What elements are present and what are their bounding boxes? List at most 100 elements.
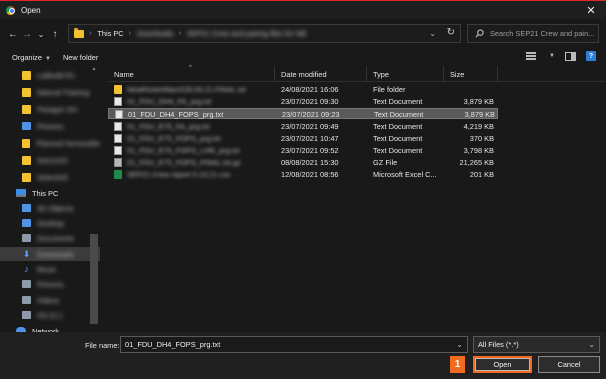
file-type: GZ File [373,158,398,168]
new-folder-button[interactable]: New folder [63,53,98,62]
file-size: 3,798 KB [463,146,494,155]
view-controls: ▼ ? [526,51,596,61]
file-date: 23/07/2021 09:52 [281,146,339,155]
file-type-select[interactable]: All Files (*.*) ⌄ [473,336,600,353]
sidebar-item-label: OS (C:) [37,310,63,320]
file-name: 01_FDU_DH4_FA_prg.txt [127,97,212,107]
recent-locations-button[interactable]: ⌄ [34,25,48,43]
chevron-down-icon[interactable]: ⌄ [429,29,436,38]
file-name: 01_FDU_E75_FOPS_LHR_prg.txt [127,146,240,155]
sidebar-item[interactable]: Natural Training [0,85,100,99]
search-placeholder: Search SEP21 Crew and pain... [490,29,595,38]
file-date: 23/07/2021 09:49 [281,121,339,131]
sidebar-item[interactable]: ⬇ Downloads [0,247,100,261]
file-row[interactable]: 01_FDU_E75_FOPS_LHR_prg.txt 23/07/2021 09… [108,145,498,156]
folder-icon [22,155,31,165]
sidebar-item-label: Pictures [37,279,64,289]
file-type: Text Document [373,121,423,131]
sidebar-item[interactable]: Planned Serviceble [0,136,100,150]
folder-icon [22,234,31,242]
sidebar-scrollbar-thumb[interactable] [90,234,98,324]
search-icon [475,29,484,38]
computer-icon [16,189,26,197]
cancel-button[interactable]: Cancel [538,356,600,373]
file-row[interactable]: 01_FDU_E75_FA_prg.txt 23/07/2021 09:49 Tex… [108,121,498,132]
folder-icon [74,27,84,38]
column-header-name[interactable]: Name ^ [108,65,275,82]
sidebar-item[interactable]: ♪ Music [0,262,100,276]
navigation-pane: LatBuild R1 Natural Training Paragon SH Pic… [0,66,108,332]
file-name: NewRosterMarch28.05.21.FINAL.txt [127,85,246,94]
chevron-down-icon: ▼ [45,55,51,62]
scroll-up-arrow[interactable]: ▲ [90,66,98,74]
file-type-value: All Files (*.*) [478,340,519,349]
sidebar-item[interactable]: LatBuild R1 [0,68,100,82]
sort-ascending-icon: ^ [189,65,192,71]
refresh-button[interactable]: ↻ [447,27,455,38]
file-row[interactable]: NewRosterMarch28.05.21.FINAL.txt 24/08/20… [108,84,498,95]
sidebar-item-label: LatBuild R1 [37,70,76,80]
file-name-cell: 01_FDU_DH4_FA_prg.txt [114,96,272,107]
filename-input[interactable]: 01_FDU_DH4_FOPS_prg.txt ⌄ [120,336,468,353]
file-row[interactable]: 01_FDU_E75_FOPS_prg.txt 23/07/2021 10:47 T… [108,133,498,144]
archive-file-icon [114,158,122,168]
back-button[interactable]: ← [6,25,20,43]
column-header-date[interactable]: Date modified [275,66,367,82]
sidebar-item[interactable]: SelectOS [0,170,100,184]
file-name-cell: 01_FDU_E75_FA_prg.txt [114,121,272,132]
file-type: Text Document [373,133,423,143]
address-bar[interactable]: › This PC › Downloads › SEP21 Crew and p… [68,24,461,43]
file-size: 201 KB [469,170,494,180]
sidebar-item[interactable]: Paragon SH [0,102,100,116]
sidebar-item[interactable]: 3D Objects [0,201,100,215]
sidebar-item-label: Pictures [37,121,64,131]
help-icon[interactable]: ? [586,51,596,61]
breadcrumb-this-pc[interactable]: This PC [97,29,123,38]
sidebar-item[interactable]: Videos [0,293,100,307]
preview-pane-icon[interactable] [565,51,576,61]
sidebar-item[interactable]: Network [0,324,100,332]
file-row[interactable]: 01_FDU_DH4_FOPS_prg.txt 23/07/2021 09:23 T… [108,108,498,120]
window-title: Open [21,5,41,15]
file-date: 23/07/2021 09:23 [282,110,340,120]
forward-button[interactable]: → [20,25,34,43]
file-type: Text Document [373,97,423,107]
up-button[interactable]: ↑ [48,25,62,43]
folder-icon [22,296,31,304]
breadcrumb-downloads[interactable]: Downloads [137,29,174,38]
music-icon: ♪ [24,263,29,274]
sidebar-item[interactable]: Sets1102 [0,153,100,167]
file-list: Name ^ Date modified Type Size NewRoster… [108,65,606,332]
sidebar-item[interactable]: Pictures [0,277,100,291]
column-header-type[interactable]: Type [367,66,444,82]
file-size: 3,879 KB [463,97,494,107]
view-options-icon[interactable] [526,52,537,60]
sidebar-item[interactable]: Documents [0,231,100,245]
file-row[interactable]: SEP21 Crew report 0.13.21.csv 12/08/2021 … [108,169,498,180]
sidebar-item[interactable]: OS (C:) [0,308,100,322]
breadcrumb-current-folder[interactable]: SEP21 Crew and pairing files for NB [187,29,306,38]
sidebar-item-label: Sets1102 [37,155,68,165]
folder-icon [22,219,31,227]
chevron-down-icon[interactable]: ▼ [549,53,555,59]
open-button[interactable]: Open [473,356,532,373]
organize-button[interactable]: Organize ▼ [12,53,51,62]
sidebar-item[interactable]: Pictures [0,119,100,133]
search-box[interactable]: Search SEP21 Crew and pain... [467,24,599,43]
file-date: 23/07/2021 09:30 [281,97,339,107]
navigation-bar: ← → ⌄ ↑ › This PC › Downloads › SEP21 Cr… [0,20,606,48]
file-row[interactable]: 01_FDU_E75_FOPS_FINAL.txt.gz 08/08/2021 1… [108,157,498,168]
chevron-down-icon: ⌄ [588,340,595,349]
close-button[interactable]: ✕ [576,1,606,19]
column-header-size[interactable]: Size [444,66,498,82]
chevron-down-icon[interactable]: ⌄ [456,340,463,349]
sidebar-item-label: Videos [37,295,60,305]
file-row[interactable]: 01_FDU_DH4_FA_prg.txt 23/07/2021 09:30 Tex… [108,96,498,107]
sidebar-item[interactable]: This PC [0,186,100,200]
title-bar: Open ✕ [0,1,606,19]
file-size: 4,219 KB [463,121,494,131]
file-size [444,84,494,95]
sidebar-item-label: SelectOS [37,172,69,182]
step-badge: 1 [450,356,465,373]
sidebar-item[interactable]: Desktop [0,216,100,230]
